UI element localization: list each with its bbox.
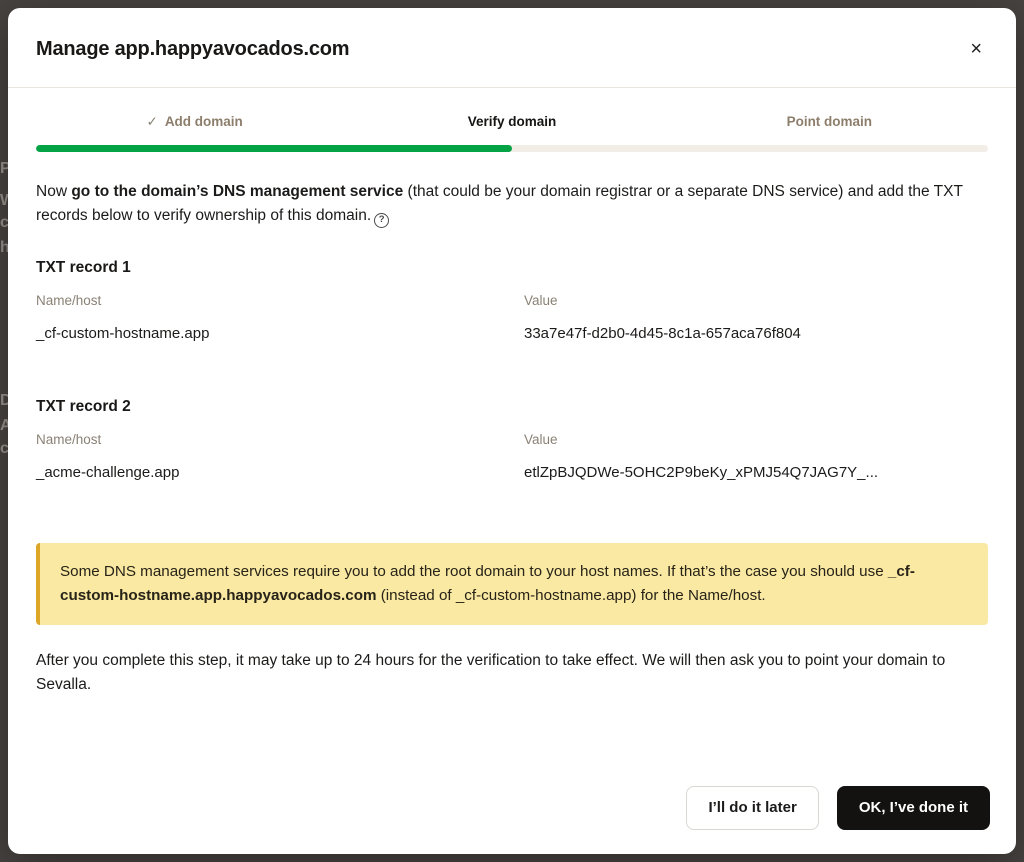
record-value-column: Value 33a7e47f-d2b0-4d45-8c1a-657aca76f8…: [524, 293, 988, 342]
record-grid: Name/host _acme-challenge.app Value etlZ…: [36, 432, 988, 481]
intro-bold: go to the domain’s DNS management servic…: [71, 183, 403, 200]
step-label: Verify domain: [468, 114, 557, 129]
stepper: ✓ Add domain Verify domain Point domain: [36, 114, 988, 130]
ok-ive-done-it-button[interactable]: OK, I’ve done it: [837, 786, 990, 830]
value-label: Value: [524, 293, 988, 308]
value-value: 33a7e47f-d2b0-4d45-8c1a-657aca76f804: [524, 325, 988, 342]
outro-text: After you complete this step, it may tak…: [36, 649, 988, 699]
dns-root-domain-callout: Some DNS management services require you…: [36, 543, 988, 625]
modal-header: Manage app.happyavocados.com ×: [8, 8, 1016, 88]
name-host-label: Name/host: [36, 432, 524, 447]
close-icon[interactable]: ×: [966, 35, 986, 63]
modal-footer: I’ll do it later OK, I’ve done it: [8, 786, 1016, 854]
manage-domain-modal: Manage app.happyavocados.com × ✓ Add doma…: [8, 8, 1016, 854]
txt-record-1: TXT record 1 Name/host _cf-custom-hostna…: [36, 259, 988, 342]
step-verify-domain: Verify domain: [353, 114, 670, 130]
name-host-value: _acme-challenge.app: [36, 464, 524, 481]
record-grid: Name/host _cf-custom-hostname.app Value …: [36, 293, 988, 342]
callout-post: (instead of _cf-custom-hostname.app) for…: [376, 587, 765, 604]
ill-do-it-later-button[interactable]: I’ll do it later: [686, 786, 818, 830]
txt-record-2: TXT record 2 Name/host _acme-challenge.a…: [36, 398, 988, 481]
step-add-domain: ✓ Add domain: [36, 114, 353, 130]
record-value-column: Value etlZpBJQDWe-5OHC2P9beKy_xPMJ54Q7JA…: [524, 432, 988, 481]
progress-bar: [36, 145, 988, 152]
value-label: Value: [524, 432, 988, 447]
intro-text: Now go to the domain’s DNS management se…: [36, 180, 988, 229]
name-host-value: _cf-custom-hostname.app: [36, 325, 524, 342]
step-point-domain: Point domain: [671, 114, 988, 130]
name-host-label: Name/host: [36, 293, 524, 308]
record-title: TXT record 2: [36, 398, 988, 416]
modal-title: Manage app.happyavocados.com: [36, 38, 349, 61]
record-name-column: Name/host _cf-custom-hostname.app: [36, 293, 524, 342]
step-label: Add domain: [165, 114, 243, 129]
check-icon: ✓: [147, 114, 158, 129]
value-value: etlZpBJQDWe-5OHC2P9beKy_xPMJ54Q7JAG7Y_..…: [524, 464, 988, 481]
record-title: TXT record 1: [36, 259, 988, 277]
intro-pre: Now: [36, 183, 71, 200]
help-icon[interactable]: ?: [374, 213, 389, 228]
progress-bar-fill: [36, 145, 512, 152]
step-label: Point domain: [787, 114, 873, 129]
modal-body: ✓ Add domain Verify domain Point domain N…: [8, 88, 1016, 786]
record-name-column: Name/host _acme-challenge.app: [36, 432, 524, 481]
callout-pre: Some DNS management services require you…: [60, 563, 888, 580]
